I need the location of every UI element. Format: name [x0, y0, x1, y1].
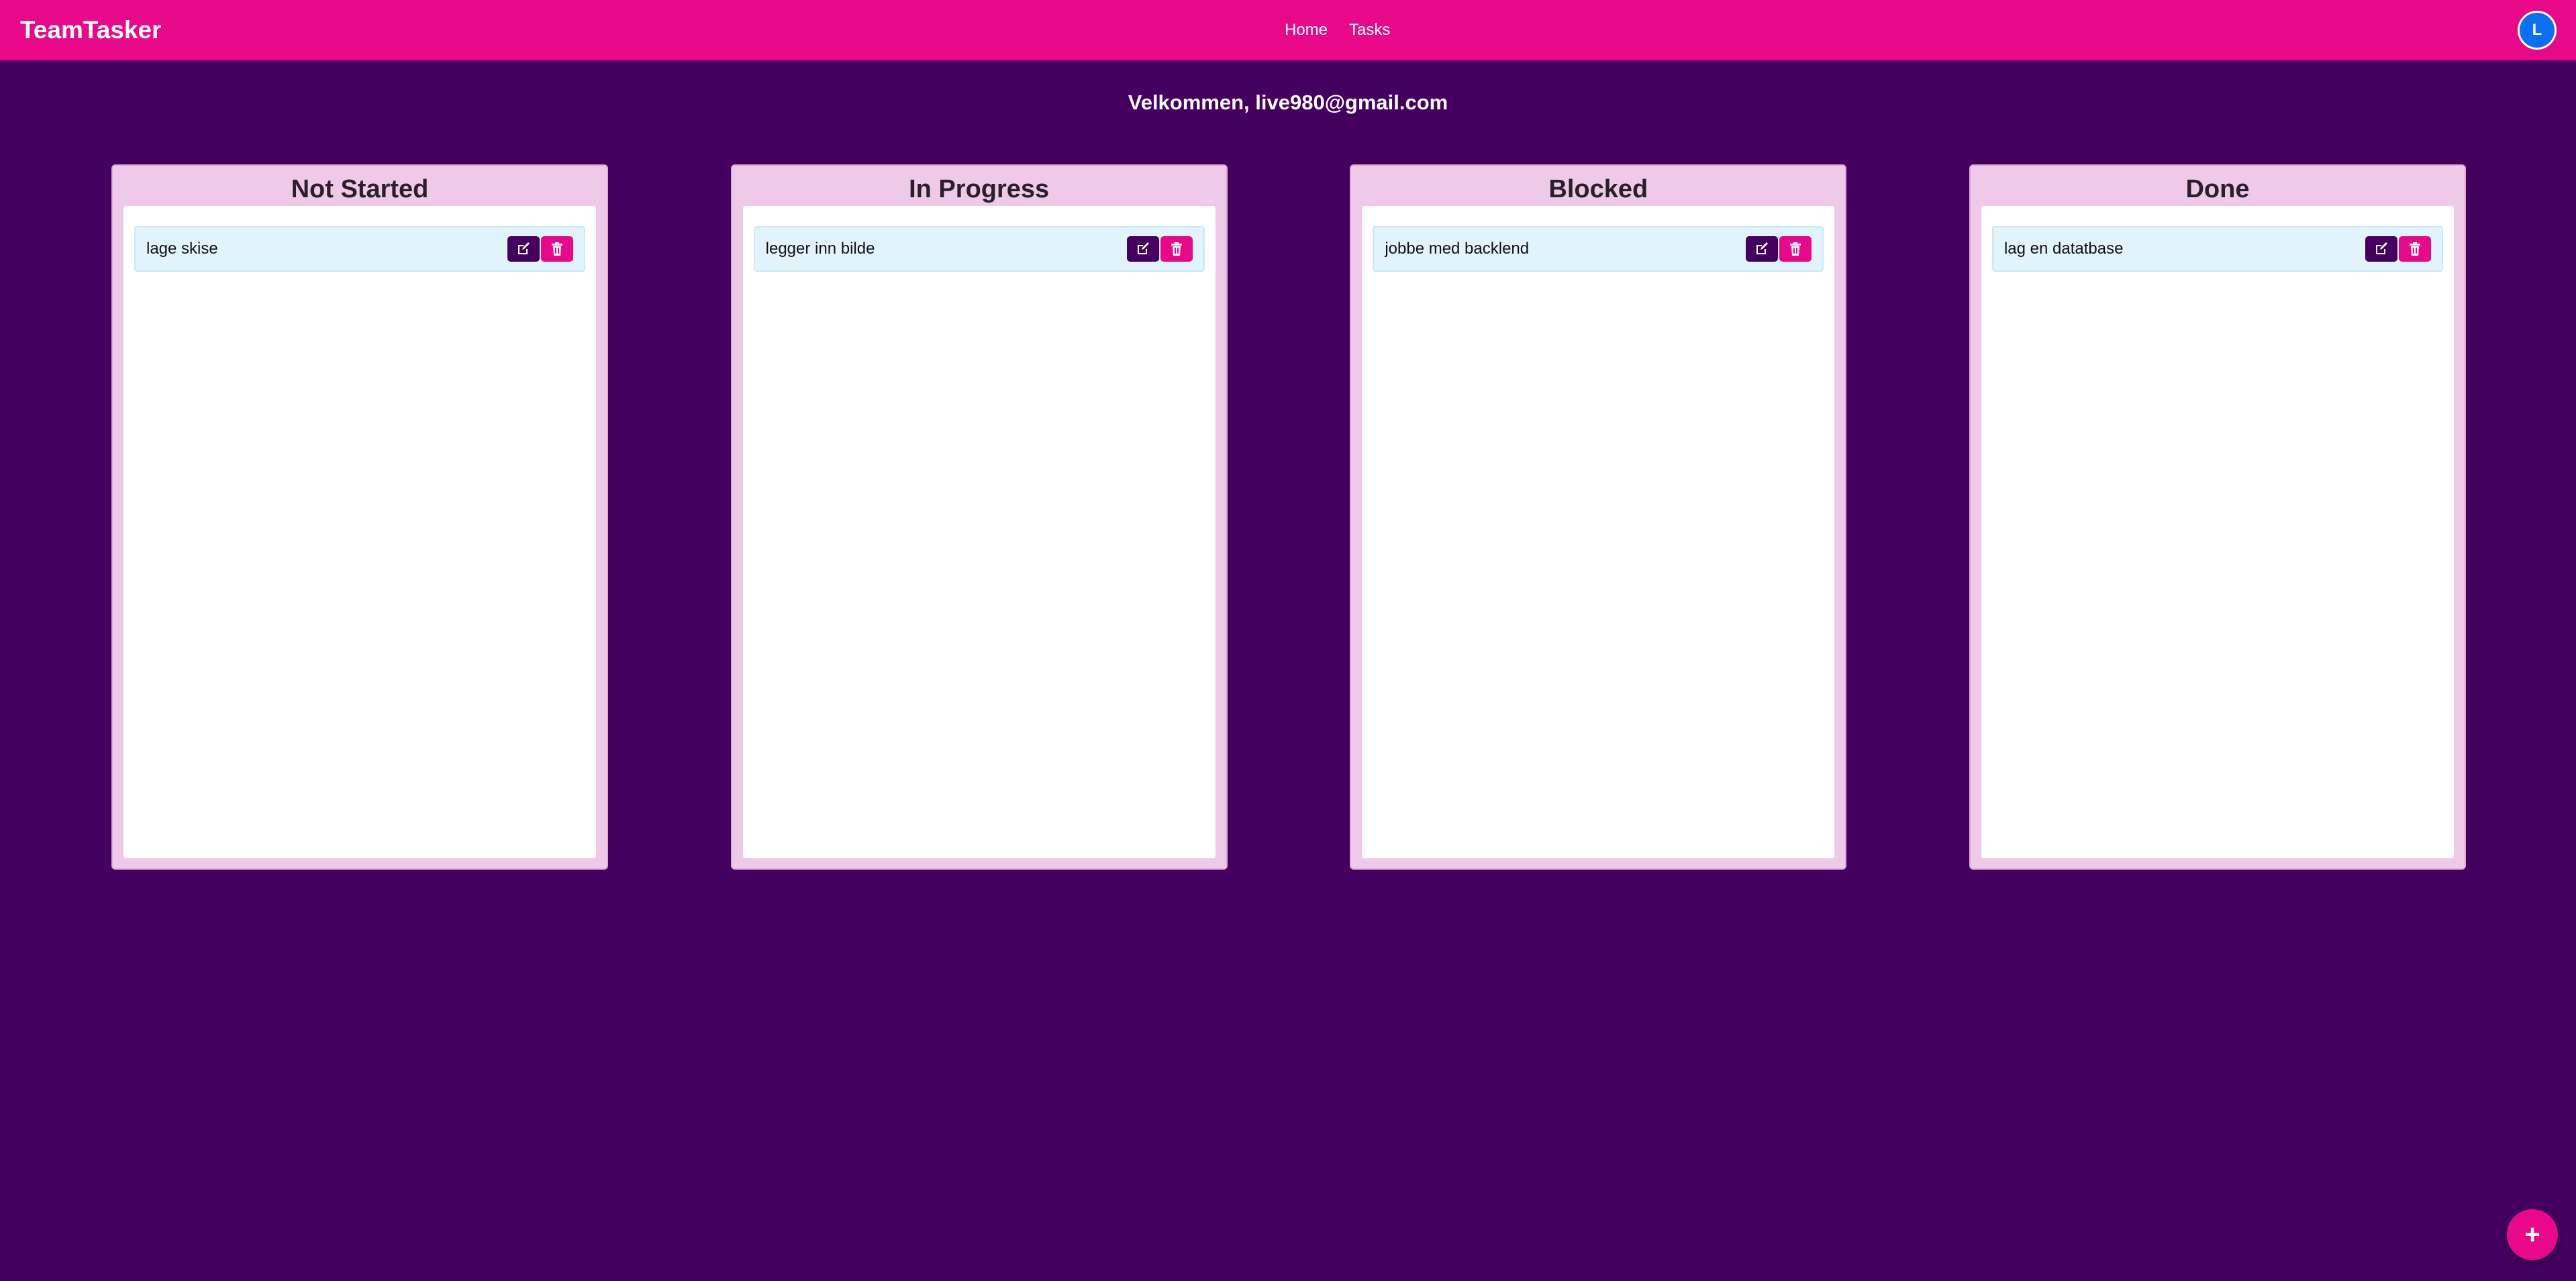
- column-title: Not Started: [291, 175, 429, 203]
- delete-task-button[interactable]: [1779, 236, 1812, 262]
- trash-icon: [1790, 242, 1801, 256]
- column-title: Done: [2185, 175, 2250, 203]
- task-card[interactable]: lag en datatbase: [1991, 226, 2443, 272]
- trash-icon: [2409, 242, 2420, 256]
- task-title: lage skise: [146, 240, 218, 258]
- edit-icon: [1137, 242, 1149, 254]
- task-actions: [1746, 236, 1812, 262]
- edit-icon: [1756, 242, 1769, 254]
- column-in-progress: In Progress legger inn bilde: [730, 164, 1228, 870]
- edit-task-button[interactable]: [507, 236, 540, 262]
- task-actions: [1126, 236, 1193, 262]
- column-not-started: Not Started lage skise: [111, 164, 608, 870]
- edit-task-button[interactable]: [1126, 236, 1159, 262]
- add-task-button[interactable]: +: [2507, 1209, 2558, 1260]
- brand-logo[interactable]: TeamTasker: [20, 15, 161, 45]
- column-title: Blocked: [1548, 175, 1648, 203]
- task-title: lag en datatbase: [2003, 240, 2124, 258]
- column-dropzone[interactable]: jobbe med backlend: [1362, 206, 1835, 858]
- trash-icon: [1171, 242, 1182, 256]
- delete-task-button[interactable]: [1160, 236, 1193, 262]
- column-title: In Progress: [909, 175, 1050, 203]
- column-blocked: Blocked jobbe med backlend: [1350, 164, 1847, 870]
- delete-task-button[interactable]: [2398, 236, 2431, 262]
- task-card[interactable]: jobbe med backlend: [1373, 226, 1824, 272]
- nav-link-tasks[interactable]: Tasks: [1349, 19, 1390, 41]
- nav-link-home[interactable]: Home: [1285, 19, 1328, 41]
- main-nav: Home Tasks: [1285, 19, 1390, 41]
- column-dropzone[interactable]: legger inn bilde: [742, 206, 1216, 858]
- column-done: Done lag en datatbase: [1969, 164, 2466, 870]
- edit-task-button[interactable]: [1746, 236, 1779, 262]
- user-avatar[interactable]: L: [2518, 11, 2557, 50]
- task-card[interactable]: lage skise: [134, 226, 585, 272]
- plus-icon: +: [2524, 1219, 2540, 1249]
- column-dropzone[interactable]: lag en datatbase: [1981, 206, 2454, 858]
- edit-task-button[interactable]: [2365, 236, 2397, 262]
- task-title: legger inn bilde: [765, 240, 875, 258]
- delete-task-button[interactable]: [541, 236, 573, 262]
- welcome-message: Velkommen, live980@gmail.com: [1128, 91, 1448, 114]
- top-navbar: TeamTasker Home Tasks L: [0, 0, 2576, 60]
- trash-icon: [552, 242, 562, 256]
- task-title: jobbe med backlend: [1385, 240, 1530, 258]
- column-dropzone[interactable]: lage skise: [123, 206, 596, 858]
- task-actions: [2365, 236, 2431, 262]
- task-actions: [507, 236, 573, 262]
- task-card[interactable]: legger inn bilde: [753, 226, 1205, 272]
- edit-icon: [2375, 242, 2387, 254]
- edit-icon: [518, 242, 530, 254]
- kanban-board: Not Started lage skise In Progress legge…: [111, 164, 2466, 870]
